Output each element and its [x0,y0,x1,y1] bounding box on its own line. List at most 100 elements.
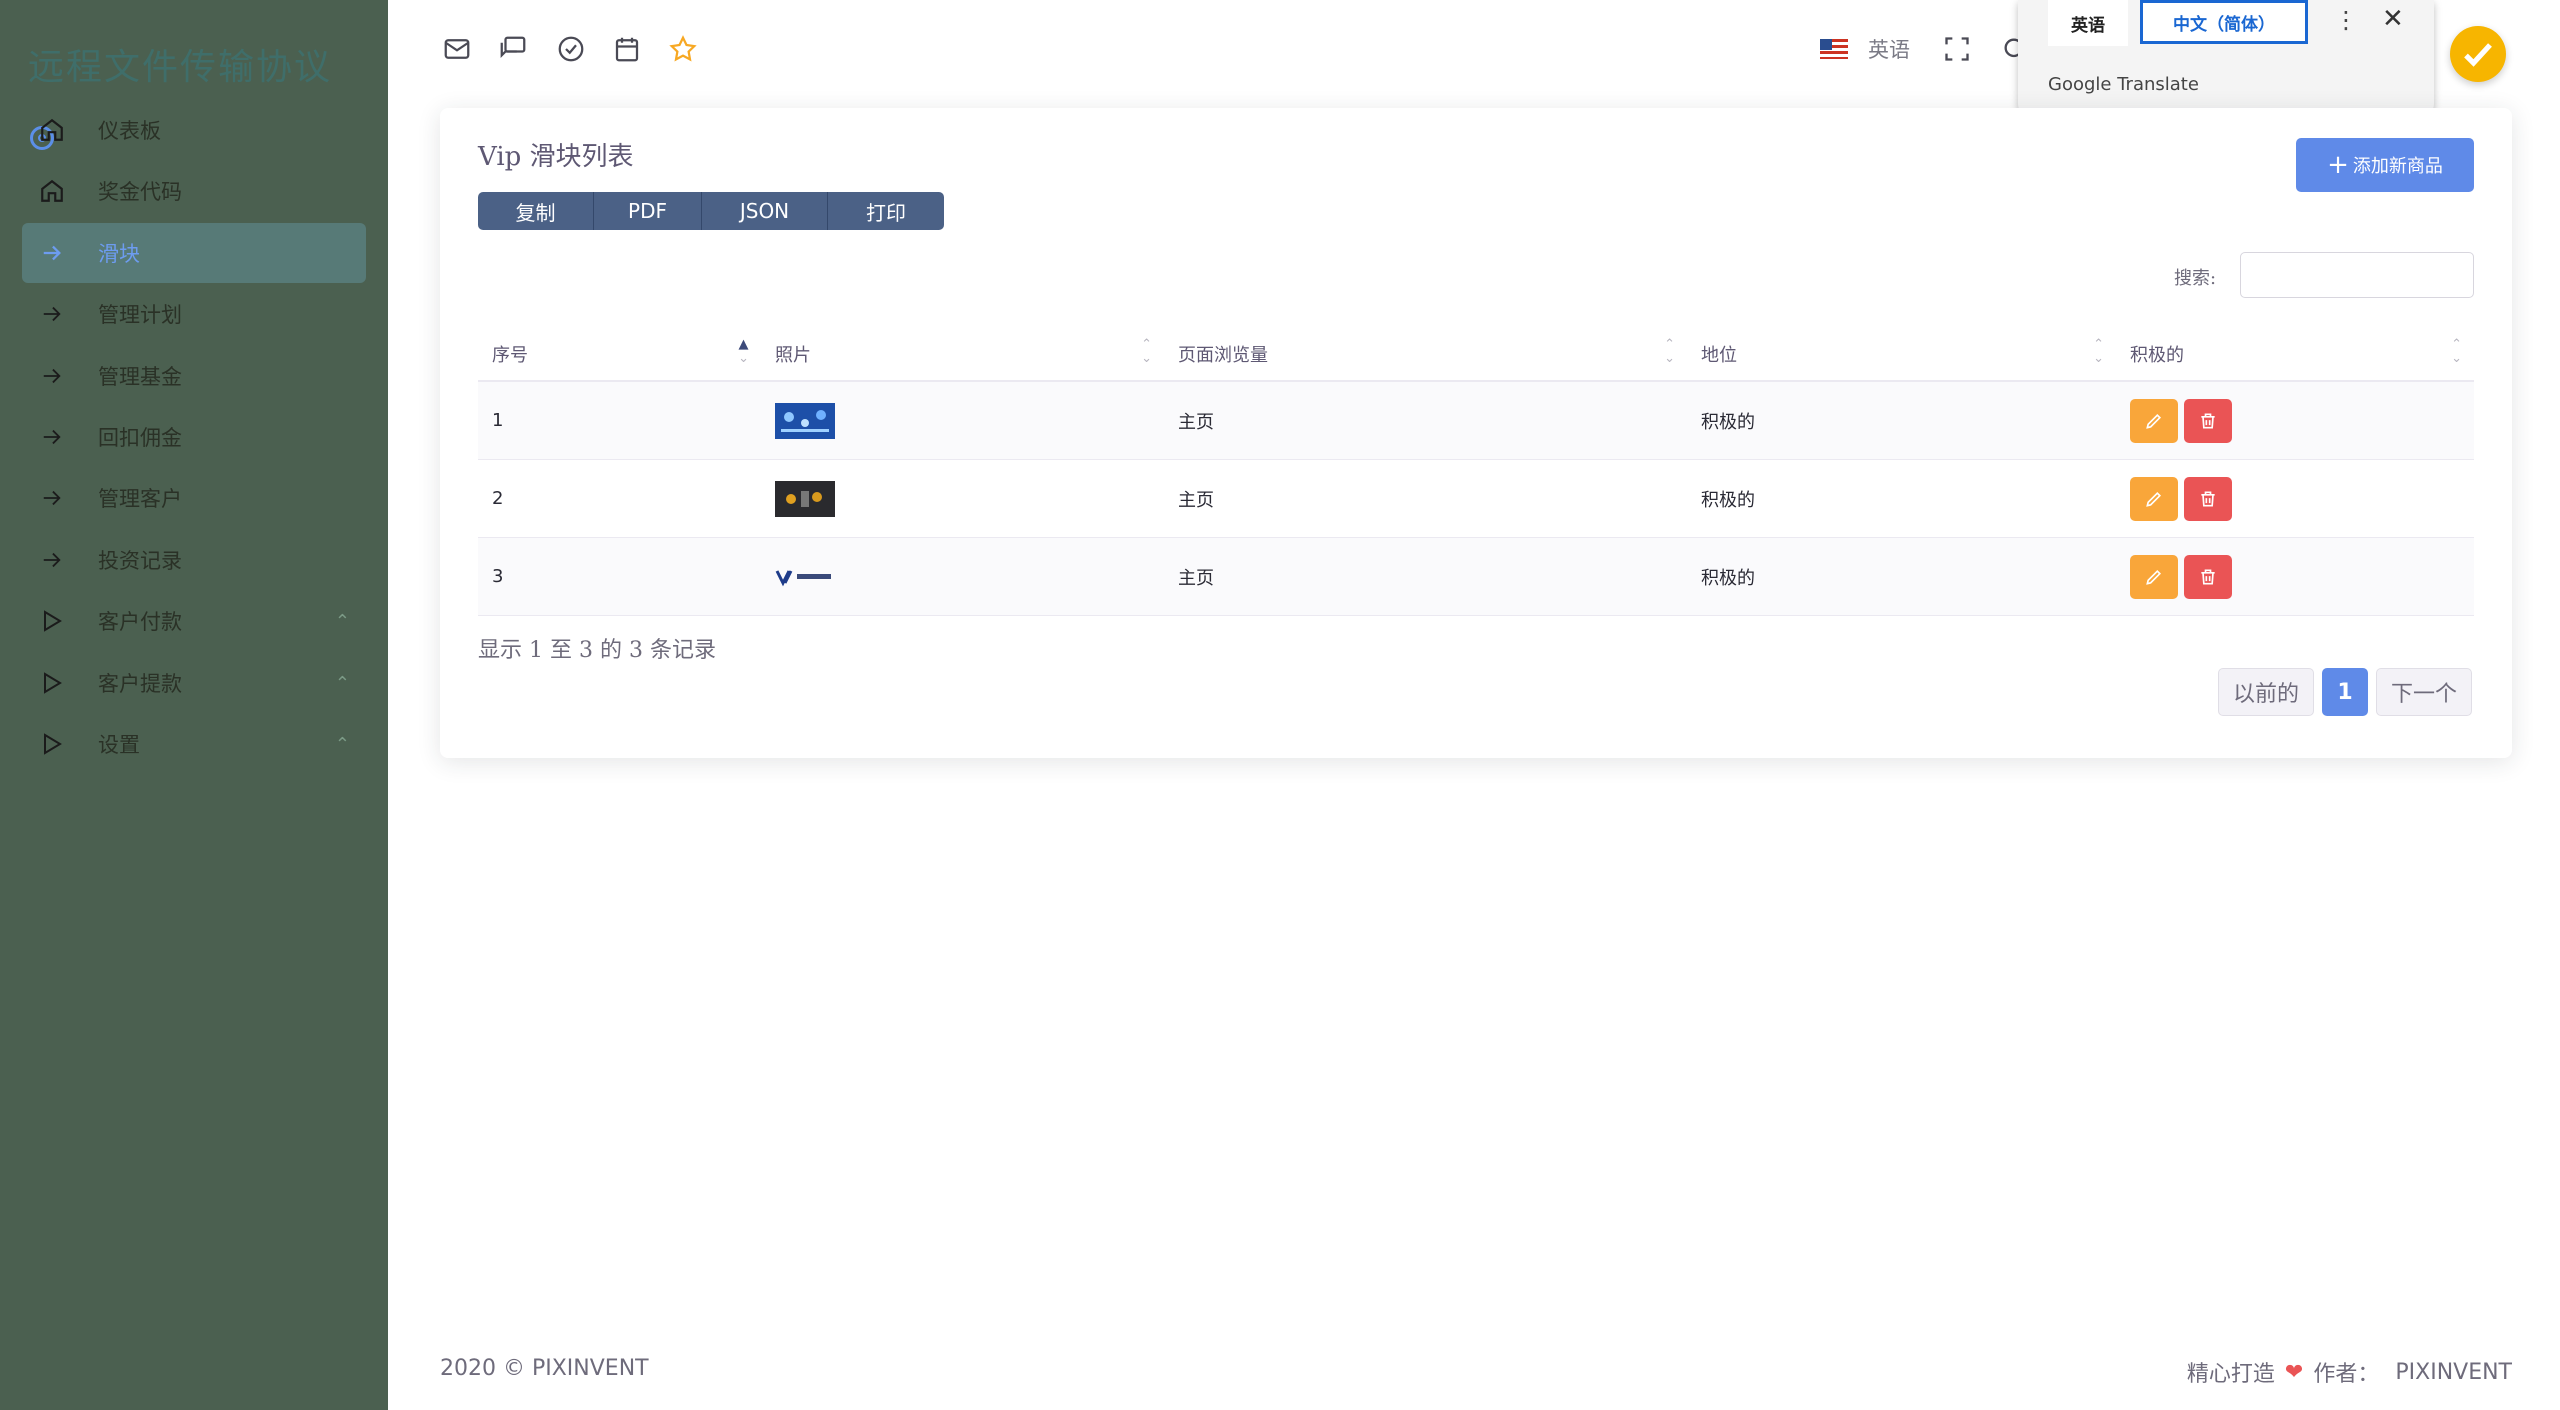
cell-number: 2 [478,459,761,538]
sidebar-item-label: 管理基金 [98,364,182,389]
arrow-right-icon [22,365,82,387]
edit-button[interactable] [2130,398,2178,443]
footer-credits: 精心打造 ❤ 作者： PIXINVENT [2187,1356,2512,1388]
made-with-label: 精心打造 [2186,1362,2275,1387]
column-header-active[interactable]: 积极的 ⌃ ⌄ [2116,328,2474,382]
close-icon[interactable]: ✕ [2382,4,2404,34]
fullscreen-icon[interactable] [1942,34,1972,64]
cell-page: 主页 [1164,459,1687,538]
sidebar-item-customer-withdrawals[interactable]: 客户提款 ⌃ [22,653,366,713]
sidebar-item-investment-records[interactable]: 投资记录 [22,530,366,590]
brand-title[interactable]: 远程文件传输协议 [28,38,332,90]
cell-status: 积极的 [1687,459,2116,538]
cell-status: 积极的 [1687,381,2116,460]
cell-status: 积极的 [1687,537,2116,616]
us-flag-icon [1820,39,1848,59]
copy-button[interactable]: 复制 [478,192,594,230]
play-icon [22,731,82,757]
chevron-up-icon: ⌃ [334,733,350,755]
next-page-button[interactable]: 下一个 [2376,668,2472,716]
add-new-item-button[interactable]: + 添加新商品 [2296,138,2474,192]
source-language-tab[interactable]: 英语 [2048,0,2128,46]
pagination: 以前的 1 下一个 [2218,668,2472,716]
column-label: 地位 [1701,345,1737,366]
target-language-tab[interactable]: 中文（简体） [2140,0,2308,44]
json-button[interactable]: JSON [702,192,828,230]
language-label: 英语 [1868,38,1910,62]
sidebar-item-settings[interactable]: 设置 ⌃ [22,714,366,774]
column-header-photo[interactable]: 照片 ⌃ ⌄ [761,328,1164,382]
slider-thumbnail[interactable] [775,402,835,439]
search-input[interactable] [2240,252,2474,298]
delete-button[interactable] [2184,398,2232,443]
cell-page: 主页 [1164,381,1687,460]
author-link[interactable]: PIXINVENT [2395,1360,2512,1385]
trash-icon [2201,413,2215,428]
sidebar-item-label: 滑块 [98,241,140,266]
sidebar-item-label: 管理客户 [98,487,182,512]
language-selector[interactable]: 英语 [1820,34,1910,64]
star-icon[interactable] [668,34,698,64]
column-header-number[interactable]: 序号 ▲ ⌄ [478,328,761,382]
sidebar-item-customer-payments[interactable]: 客户付款 ⌃ [22,591,366,651]
sort-icon: ⌃ ⌄ [2451,337,2462,366]
mail-icon[interactable] [442,34,472,64]
delete-button[interactable] [2184,554,2232,599]
more-vert-icon[interactable]: ⋮ [2334,6,2358,34]
check-circle-icon[interactable] [556,34,586,64]
pencil-icon [2146,491,2162,507]
calendar-icon[interactable] [612,34,642,64]
add-button-label: 添加新商品 [2352,156,2443,177]
sidebar-item-bonus-code[interactable]: 奖金代码 [22,161,366,221]
edit-button[interactable] [2130,476,2178,521]
arrow-right-icon [22,487,82,509]
sidebar-item-rebate[interactable]: 回扣佣金 [22,407,366,467]
edit-button[interactable] [2130,554,2178,599]
slider-list-card: Vip 滑块列表 复制 PDF JSON 打印 + 添加新商品 搜索: 序号 ▲… [440,108,2512,758]
sidebar-item-manage-plans[interactable]: 管理计划 [22,284,366,344]
trash-icon [2201,491,2215,506]
search-label: 搜索: [2174,268,2217,289]
page-title: Vip 滑块列表 [478,142,634,172]
pdf-button[interactable]: PDF [594,192,702,230]
slider-table: 序号 ▲ ⌄ 照片 ⌃ ⌄ 页面浏览量 ⌃ ⌄ 地位 ⌃ ⌄ 积极的 ⌃ ⌄ 1… [478,328,2474,616]
home-icon [22,178,82,204]
footer-copyright: 2020 © PIXINVENT [440,1356,649,1381]
cell-number: 3 [478,537,761,616]
sidebar-item-slider[interactable]: 滑块 [22,222,366,283]
slider-thumbnail[interactable] [775,480,835,517]
avatar[interactable] [2450,26,2506,82]
column-label: 序号 [492,345,528,366]
chevron-up-icon: ⌃ [334,672,350,694]
print-button[interactable]: 打印 [828,192,944,230]
sidebar-item-label: 管理计划 [98,303,182,328]
sidebar-item-label: 奖金代码 [98,180,182,205]
sort-icon: ⌃ ⌄ [1141,337,1152,366]
sidebar-item-label: 客户付款 [98,610,182,635]
column-header-page-views[interactable]: 页面浏览量 ⌃ ⌄ [1164,328,1687,382]
column-label: 积极的 [2130,345,2184,366]
previous-page-button[interactable]: 以前的 [2218,668,2314,716]
table-row: 3 主页 积极的 [478,537,2474,616]
plus-icon: + [2327,150,2349,180]
delete-button[interactable] [2184,476,2232,521]
slider-thumbnail[interactable] [775,558,835,595]
sidebar-item-label: 投资记录 [98,548,182,573]
column-header-status[interactable]: 地位 ⌃ ⌄ [1687,328,2116,382]
by-label: 作者： [2313,1362,2380,1387]
pencil-icon [2146,569,2162,585]
sidebar-item-dashboard[interactable]: 仪表板 [22,100,366,160]
pencil-icon [2146,413,2162,429]
cell-actions [2116,537,2474,616]
chat-icon[interactable] [498,34,528,64]
page-1-button[interactable]: 1 [2322,668,2368,716]
sidebar-item-label: 设置 [98,732,140,757]
sidebar-nav: 仪表板 奖金代码 滑块 管理计划 管理基金 回扣佣金 管理客户 投资记录 客户付… [0,100,388,775]
arrow-right-icon [22,549,82,571]
google-translate-brand: Google Translate [2048,74,2199,95]
sidebar-item-label: 回扣佣金 [98,425,182,450]
sidebar-item-manage-customers[interactable]: 管理客户 [22,468,366,528]
heart-icon: ❤ [2284,1359,2304,1385]
sidebar-item-manage-funds[interactable]: 管理基金 [22,346,366,406]
table-row: 1 主页 积极的 [478,381,2474,460]
